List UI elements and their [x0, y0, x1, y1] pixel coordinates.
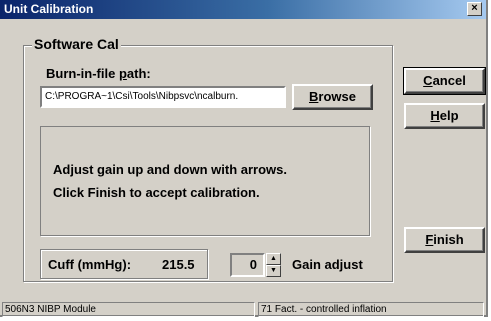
window-title: Unit Calibration — [4, 2, 94, 16]
cuff-pressure-label: Cuff (mmHg): — [48, 257, 132, 272]
gain-down-button[interactable]: ▼ — [266, 265, 281, 277]
burn-in-file-path-label: Burn-in-file path: — [46, 66, 151, 81]
gain-adjust-label: Gain adjust — [292, 257, 363, 272]
cancel-button[interactable]: Cancel — [403, 67, 486, 95]
unit-calibration-dialog: Unit Calibration × Software Cal Burn-in-… — [0, 0, 488, 317]
arrow-down-icon: ▼ — [270, 267, 277, 274]
software-cal-title: Software Cal — [32, 36, 121, 52]
title-bar[interactable]: Unit Calibration × — [0, 0, 486, 19]
instruction-line-2: Click Finish to accept calibration. — [53, 185, 260, 200]
gain-up-button[interactable]: ▲ — [266, 253, 281, 265]
close-icon: × — [471, 2, 478, 14]
status-panel-mode: 71 Fact. - controlled inflation — [258, 302, 484, 317]
cuff-pressure-value: 215.5 — [162, 257, 195, 272]
instruction-line-1: Adjust gain up and down with arrows. — [53, 162, 287, 177]
arrow-up-icon: ▲ — [270, 255, 277, 262]
gain-adjust-value[interactable]: 0 — [230, 253, 265, 277]
help-button[interactable]: Help — [404, 103, 485, 129]
instructions-panel — [40, 126, 370, 236]
burn-in-file-path-input[interactable]: C:\PROGRA~1\Csi\Tools\Nibpsvc\ncalburn. — [40, 86, 286, 108]
status-bar: 506N3 NIBP Module 71 Fact. - controlled … — [0, 300, 486, 317]
browse-button[interactable]: Browse — [292, 84, 373, 110]
status-panel-module: 506N3 NIBP Module — [2, 302, 255, 317]
finish-button[interactable]: Finish — [404, 227, 485, 253]
close-button[interactable]: × — [467, 2, 482, 16]
